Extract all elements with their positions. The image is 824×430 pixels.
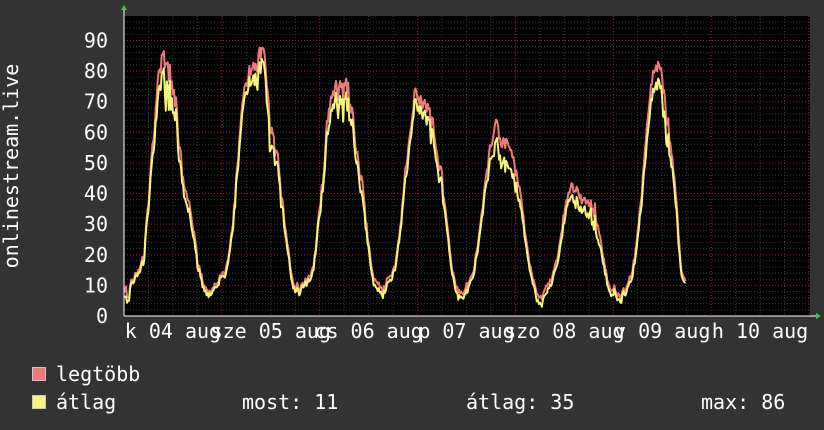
y-tick-label: 30 [84, 212, 108, 236]
x-tick-label: cs 06 aug [314, 319, 422, 343]
legend-swatch-legtobb [32, 367, 46, 381]
stat-most: most: 11 [242, 390, 339, 414]
stat-max: max: 86 [701, 390, 786, 414]
y-tick-label: 90 [84, 28, 108, 52]
x-tick-label: k 04 aug [125, 319, 221, 343]
y-tick-label: 20 [84, 243, 108, 267]
y-tick-label: 70 [84, 90, 108, 114]
legend-label-legtobb: legtöbb [56, 362, 141, 386]
stat-atlag: átlag: 35 [466, 390, 575, 414]
x-tick-label: p 07 aug [418, 319, 514, 343]
x-axis-arrow [816, 313, 821, 319]
x-tick-label: szo 08 aug [504, 319, 624, 343]
y-tick-label: 80 [84, 59, 108, 83]
y-axis-label: onlinestream.live [0, 64, 23, 269]
y-tick-label: 50 [84, 151, 108, 175]
legend-item-legtobb: legtöbb [32, 362, 141, 386]
x-tick-label: h 10 aug [712, 319, 808, 343]
legend-label-atlag: átlag [56, 390, 117, 414]
y-tick-label: 10 [84, 273, 108, 297]
y-tick-label: 40 [84, 182, 108, 206]
y-tick-label: 60 [84, 120, 108, 144]
x-tick-label: v 09 aug [614, 319, 710, 343]
y-tick-label: 0 [96, 304, 108, 328]
y-axis-arrow [121, 5, 127, 10]
legend-item-atlag: átlag [32, 390, 117, 414]
x-tick-label: sze 05 aug [211, 319, 331, 343]
legend-swatch-atlag [32, 395, 46, 409]
